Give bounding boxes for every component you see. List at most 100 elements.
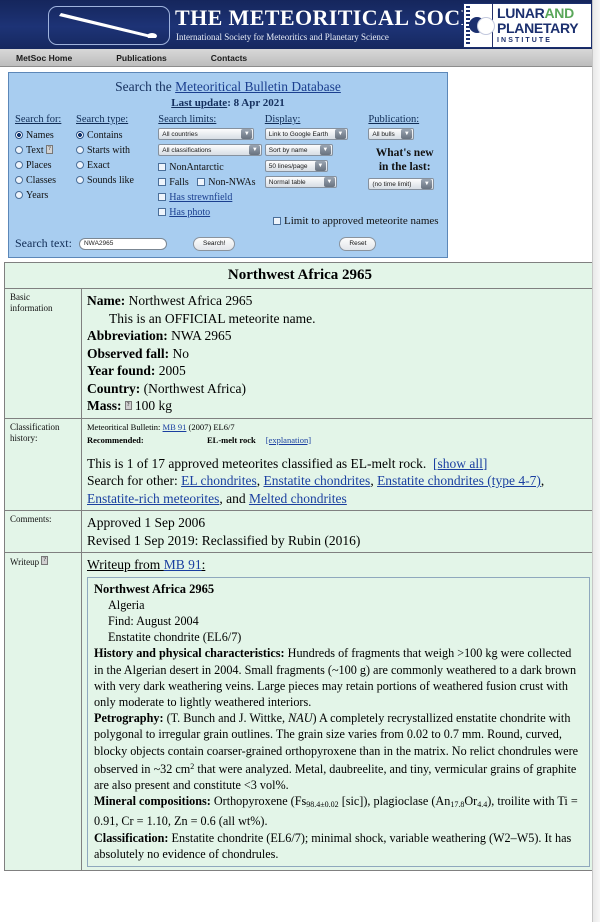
time-limit-select[interactable]: (no time limit) ▼	[368, 178, 435, 190]
page-title: Northwest Africa 2965	[4, 262, 596, 289]
chevron-down-icon[interactable]: ▼	[323, 177, 335, 187]
search-input[interactable]	[78, 237, 167, 250]
reset-button[interactable]: Reset	[339, 236, 377, 251]
lpi-lunar-text: LUNAR	[497, 5, 545, 21]
chevron-down-icon[interactable]: ▼	[249, 145, 261, 155]
mineral-part2: [sic]), plagioclase (An	[338, 794, 451, 809]
table-style-select[interactable]: Normal table ▼	[264, 176, 337, 188]
checkbox-nonantarctic-icon[interactable]	[158, 163, 167, 171]
mineral-fs-subscript: 98.4±0.02	[306, 800, 339, 810]
sort-select[interactable]: Sort by name ▼	[264, 144, 333, 156]
writeup-mb91-link[interactable]: MB 91	[164, 557, 202, 572]
writeup-history-paragraph: History and physical characteristics: Hu…	[94, 645, 583, 710]
search-button[interactable]: Search!	[192, 236, 236, 251]
nav-item-publications[interactable]: Publications	[116, 53, 167, 63]
field-year-found: Year found: 2005	[87, 362, 590, 380]
radio-classes[interactable]: Classes	[15, 173, 76, 188]
row-label-classification-history: Classification history:	[4, 417, 82, 511]
checkbox-non-nwas-icon[interactable]	[197, 178, 206, 186]
petrography-institution: NAU	[288, 711, 313, 726]
search-for-column: Search for: Names Text ? Places Classes …	[15, 114, 76, 220]
radio-starts-with[interactable]: Starts with	[76, 143, 158, 158]
map-link-select[interactable]: Link to Google Earth ▼	[264, 128, 348, 140]
lines-per-page-select[interactable]: 50 lines/page ▼	[264, 160, 328, 172]
chevron-down-icon[interactable]: ▼	[314, 161, 326, 171]
radio-contains[interactable]: Contains	[76, 128, 158, 143]
mineral-part1: Orthopyroxene (Fs	[213, 794, 307, 809]
history-key: History and physical characteristics:	[94, 646, 285, 661]
radio-starts-with-label: Starts with	[87, 145, 131, 156]
classification-select[interactable]: All classifications ▼	[158, 144, 263, 156]
radio-sounds-like[interactable]: Sounds like	[76, 173, 158, 188]
checkbox-limit-approved-icon[interactable]	[273, 217, 281, 225]
radio-text-icon[interactable]	[15, 146, 23, 154]
checkbox-nonantarctic[interactable]: NonAntarctic	[158, 160, 265, 175]
checkbox-has-strewnfield[interactable]: Has strewnfield	[158, 190, 265, 205]
row-label-basic-information: Basic information	[4, 288, 82, 419]
bulletin-line: Meteoritical Bulletin: MB 91 (2007) EL6/…	[87, 422, 590, 433]
bulletin-class: EL6/7	[213, 421, 235, 432]
radio-years[interactable]: Years	[15, 188, 76, 203]
link-enstatite-rich-meteorites[interactable]: Enstatite-rich meteorites	[87, 491, 219, 506]
classification-history-cell: Meteoritical Bulletin: MB 91 (2007) EL6/…	[81, 417, 596, 511]
link-melted-chondrites[interactable]: Melted chondrites	[249, 491, 347, 506]
checkbox-non-nwas[interactable]: Non-NWAs	[197, 177, 255, 188]
checkbox-falls[interactable]: Falls	[158, 177, 189, 188]
lpi-line1: LUNARAND	[497, 6, 588, 20]
link-enstatite-chondrites[interactable]: Enstatite chondrites	[263, 473, 370, 488]
radio-places-icon[interactable]	[15, 161, 23, 169]
row-label-comments: Comments:	[4, 510, 82, 553]
field-country: Country: (Northwest Africa)	[87, 380, 590, 398]
chevron-down-icon[interactable]: ▼	[334, 129, 346, 139]
approved-count-line: This is 1 of 17 approved meteorites clas…	[87, 455, 590, 473]
search-other-label: Search for other:	[87, 473, 178, 488]
search-limits-column: Search limits: All countries ▼ All classi…	[158, 114, 265, 220]
meteoritical-bulletin-database-link[interactable]: Meteoritical Bulletin Database	[175, 79, 341, 94]
radio-starts-with-icon[interactable]	[76, 146, 84, 154]
nav-item-metsoc-home[interactable]: MetSoc Home	[16, 53, 72, 63]
writeup-classification: Enstatite chondrite (EL6/7)	[108, 630, 242, 645]
mass-help-icon[interactable]: ?	[124, 401, 132, 410]
page-scrollbar[interactable]	[592, 0, 600, 922]
radio-text[interactable]: Text ?	[15, 143, 76, 158]
radio-names[interactable]: Names	[15, 128, 76, 143]
checkbox-limit-approved[interactable]: Limit to approved meteorite names	[273, 214, 439, 229]
society-subtitle: International Society for Meteoritics an…	[176, 32, 389, 42]
lpi-logo[interactable]: LUNARAND PLANETARY INSTITUTE	[463, 3, 592, 48]
show-all-link[interactable]: [show all]	[433, 456, 487, 471]
chevron-down-icon[interactable]: ▼	[241, 129, 253, 139]
radio-exact[interactable]: Exact	[76, 158, 158, 173]
checkbox-falls-icon[interactable]	[158, 178, 167, 186]
checkbox-has-strewnfield-icon[interactable]	[158, 193, 167, 201]
link-el-chondrites[interactable]: EL chondrites	[181, 473, 257, 488]
has-strewnfield-link[interactable]: Has strewnfield	[169, 192, 232, 203]
bulletin-select[interactable]: All bulls ▼	[368, 128, 415, 140]
explanation-link[interactable]: [explanation]	[266, 435, 311, 446]
country-select[interactable]: All countries ▼	[158, 128, 255, 140]
checkbox-falls-label: Falls	[169, 177, 189, 188]
chevron-down-icon[interactable]: ▼	[421, 179, 433, 189]
bulletin-select-value: All bulls	[372, 130, 395, 138]
field-name: Name: Northwest Africa 2965	[87, 292, 590, 310]
nav-item-contacts[interactable]: Contacts	[211, 53, 247, 63]
abbreviation-value: NWA 2965	[171, 328, 232, 343]
radio-names-icon[interactable]	[15, 131, 23, 139]
checkbox-nonantarctic-label: NonAntarctic	[169, 162, 224, 173]
text-help-icon[interactable]: ?	[46, 145, 53, 154]
chevron-down-icon[interactable]: ▼	[319, 145, 331, 155]
comment-line-1: Approved 1 Sep 2006	[87, 515, 206, 530]
radio-years-icon[interactable]	[15, 191, 23, 199]
radio-classes-icon[interactable]	[15, 176, 23, 184]
radio-sounds-like-icon[interactable]	[76, 176, 84, 184]
bulletin-year: (2007)	[188, 421, 212, 432]
bulletin-link-mb91[interactable]: MB 91	[163, 422, 187, 432]
country-value: (Northwest Africa)	[143, 380, 246, 396]
table-row-writeup: Writeup ? Writeup from MB 91: Northwest …	[4, 552, 596, 871]
link-enstatite-chondrites-type-4-7[interactable]: Enstatite chondrites (type 4-7)	[377, 473, 541, 488]
writeup-help-icon[interactable]: ?	[41, 556, 49, 565]
lpi-mark-icon	[464, 4, 495, 47]
radio-places[interactable]: Places	[15, 158, 76, 173]
radio-exact-icon[interactable]	[76, 161, 84, 169]
chevron-down-icon[interactable]: ▼	[401, 129, 413, 139]
radio-contains-icon[interactable]	[76, 131, 84, 139]
